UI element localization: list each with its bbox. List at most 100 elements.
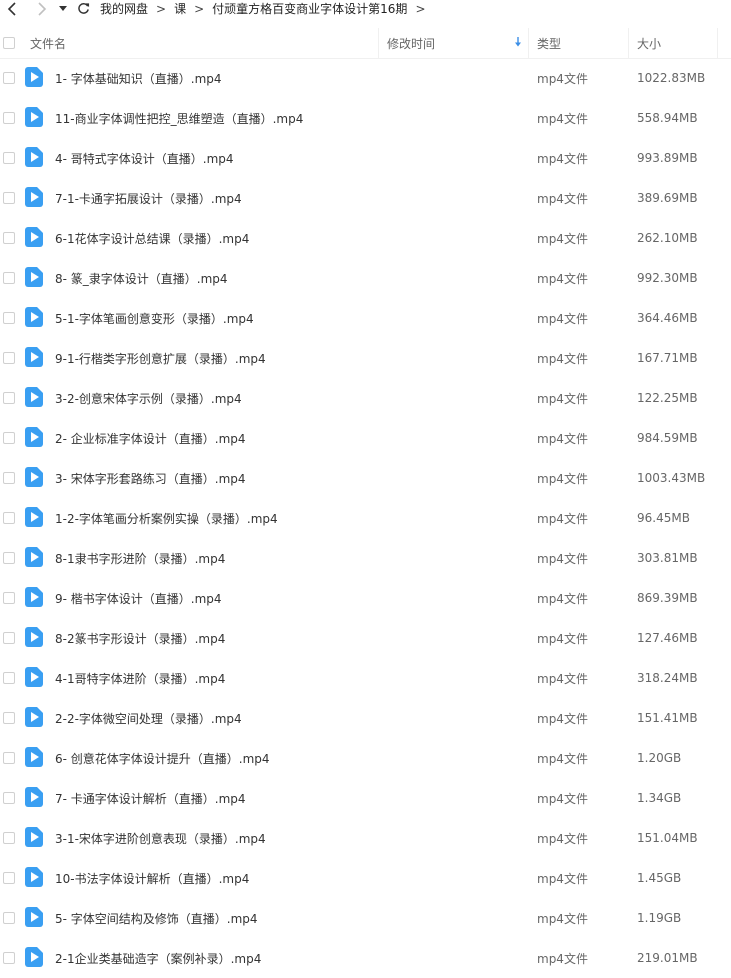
file-row[interactable]: 3-1-宋体字进阶创意表现（录播）.mp4 mp4文件 151.04MB xyxy=(0,818,731,858)
file-row[interactable]: 5- 字体空间结构及修饰（直播）.mp4 mp4文件 1.19GB xyxy=(0,898,731,938)
file-name: 1- 字体基础知识（直播）.mp4 xyxy=(55,71,222,86)
file-size: 1.20GB xyxy=(637,751,682,765)
file-row[interactable]: 7-1-卡通字拓展设计（录播）.mp4 mp4文件 389.69MB xyxy=(0,178,731,218)
file-row[interactable]: 3-2-创意宋体字示例（录播）.mp4 mp4文件 122.25MB xyxy=(0,378,731,418)
file-type: mp4文件 xyxy=(537,191,588,206)
forward-button[interactable] xyxy=(32,0,52,17)
file-checkbox[interactable] xyxy=(3,752,15,764)
file-checkbox[interactable] xyxy=(3,472,15,484)
file-checkbox[interactable] xyxy=(3,912,15,924)
video-file-icon xyxy=(25,707,43,727)
file-size: 984.59MB xyxy=(637,431,698,445)
file-checkbox[interactable] xyxy=(3,712,15,724)
file-row[interactable]: 9-1-行楷类字形创意扩展（录播）.mp4 mp4文件 167.71MB xyxy=(0,338,731,378)
breadcrumb-my-drive[interactable]: 我的网盘 xyxy=(100,0,148,17)
video-file-icon xyxy=(25,907,43,927)
video-file-icon xyxy=(25,867,43,887)
file-checkbox[interactable] xyxy=(3,672,15,684)
file-size: 992.30MB xyxy=(637,271,698,285)
column-header-type[interactable]: 类型 xyxy=(528,28,628,58)
file-row[interactable]: 8-1隶书字形进阶（录播）.mp4 mp4文件 303.81MB xyxy=(0,538,731,578)
column-header-size[interactable]: 大小 xyxy=(628,28,718,58)
file-checkbox[interactable] xyxy=(3,552,15,564)
breadcrumb-separator: > xyxy=(415,1,426,16)
file-checkbox[interactable] xyxy=(3,952,15,964)
file-name: 8- 篆_隶字体设计（直播）.mp4 xyxy=(55,271,228,286)
file-checkbox[interactable] xyxy=(3,152,15,164)
breadcrumb-current-folder[interactable]: 付顽童方格百变商业字体设计第16期 xyxy=(212,0,407,17)
file-name: 3- 宋体字形套路练习（直播）.mp4 xyxy=(55,471,246,486)
file-row[interactable]: 4-1哥特字体进阶（录播）.mp4 mp4文件 318.24MB xyxy=(0,658,731,698)
file-checkbox[interactable] xyxy=(3,352,15,364)
file-type: mp4文件 xyxy=(537,431,588,446)
column-header-size-label: 大小 xyxy=(637,36,662,51)
file-row[interactable]: 4- 哥特式字体设计（直播）.mp4 mp4文件 993.89MB xyxy=(0,138,731,178)
select-all-checkbox[interactable] xyxy=(3,37,15,49)
file-type: mp4文件 xyxy=(537,631,588,646)
breadcrumb-separator: > xyxy=(194,1,205,16)
file-name: 1-2-字体笔画分析案例实操（录播）.mp4 xyxy=(55,511,278,526)
file-row[interactable]: 2-2-字体微空间处理（录播）.mp4 mp4文件 151.41MB xyxy=(0,698,731,738)
file-checkbox[interactable] xyxy=(3,72,15,84)
file-row[interactable]: 1-2-字体笔画分析案例实操（录播）.mp4 mp4文件 96.45MB xyxy=(0,498,731,538)
breadcrumb: 我的网盘 > 课 > 付顽童方格百变商业字体设计第16期 > xyxy=(100,0,434,17)
file-checkbox[interactable] xyxy=(3,432,15,444)
file-checkbox[interactable] xyxy=(3,392,15,404)
back-button[interactable] xyxy=(2,0,22,17)
video-file-icon xyxy=(25,667,43,687)
column-header-modified-time-label: 修改时间 xyxy=(387,36,436,51)
file-type: mp4文件 xyxy=(537,151,588,166)
chevron-left-icon xyxy=(7,1,16,16)
breadcrumb-course[interactable]: 课 xyxy=(174,0,186,17)
file-checkbox[interactable] xyxy=(3,792,15,804)
video-file-icon xyxy=(25,267,43,287)
file-row[interactable]: 7- 卡通字体设计解析（直播）.mp4 mp4文件 1.34GB xyxy=(0,778,731,818)
file-name: 2- 企业标准字体设计（直播）.mp4 xyxy=(55,431,246,446)
file-row[interactable]: 1- 字体基础知识（直播）.mp4 mp4文件 1022.83MB xyxy=(0,58,731,98)
file-type: mp4文件 xyxy=(537,671,588,686)
file-type: mp4文件 xyxy=(537,831,588,846)
column-header-name[interactable]: 文件名 xyxy=(30,28,378,58)
file-size: 262.10MB xyxy=(637,231,698,245)
file-name: 8-2篆书字形设计（录播）.mp4 xyxy=(55,631,226,646)
file-name: 6- 创意花体字体设计提升（直播）.mp4 xyxy=(55,751,270,766)
column-header-modified-time[interactable]: 修改时间 xyxy=(378,28,528,58)
file-checkbox[interactable] xyxy=(3,312,15,324)
file-row[interactable]: 11-商业字体调性把控_思维塑造（直播）.mp4 mp4文件 558.94MB xyxy=(0,98,731,138)
file-row[interactable]: 8-2篆书字形设计（录播）.mp4 mp4文件 127.46MB xyxy=(0,618,731,658)
file-size: 122.25MB xyxy=(637,391,698,405)
file-size: 1.34GB xyxy=(637,791,682,805)
file-name: 8-1隶书字形进阶（录播）.mp4 xyxy=(55,551,226,566)
file-checkbox[interactable] xyxy=(3,872,15,884)
file-row[interactable]: 6-1花体字设计总结课（录播）.mp4 mp4文件 262.10MB xyxy=(0,218,731,258)
file-type: mp4文件 xyxy=(537,111,588,126)
video-file-icon xyxy=(25,747,43,767)
file-row[interactable]: 6- 创意花体字体设计提升（直播）.mp4 mp4文件 1.20GB xyxy=(0,738,731,778)
file-type: mp4文件 xyxy=(537,551,588,566)
file-checkbox[interactable] xyxy=(3,112,15,124)
file-row[interactable]: 2- 企业标准字体设计（直播）.mp4 mp4文件 984.59MB xyxy=(0,418,731,458)
refresh-button[interactable] xyxy=(74,0,92,17)
file-type: mp4文件 xyxy=(537,511,588,526)
file-row[interactable]: 10-书法字体设计解析（直播）.mp4 mp4文件 1.45GB xyxy=(0,858,731,898)
file-row[interactable]: 5-1-字体笔画创意变形（录播）.mp4 mp4文件 364.46MB xyxy=(0,298,731,338)
sort-descending-icon xyxy=(514,36,522,50)
file-row[interactable]: 9- 楷书字体设计（直播）.mp4 mp4文件 869.39MB xyxy=(0,578,731,618)
file-row[interactable]: 8- 篆_隶字体设计（直播）.mp4 mp4文件 992.30MB xyxy=(0,258,731,298)
file-type: mp4文件 xyxy=(537,71,588,86)
video-file-icon xyxy=(25,827,43,847)
history-dropdown-button[interactable] xyxy=(56,0,70,17)
file-checkbox[interactable] xyxy=(3,512,15,524)
file-checkbox[interactable] xyxy=(3,232,15,244)
file-checkbox[interactable] xyxy=(3,632,15,644)
file-checkbox[interactable] xyxy=(3,832,15,844)
file-checkbox[interactable] xyxy=(3,592,15,604)
file-name: 10-书法字体设计解析（直播）.mp4 xyxy=(55,871,250,886)
file-row[interactable]: 2-1企业类基础造字（案例补录）.mp4 mp4文件 219.01MB xyxy=(0,938,731,978)
video-file-icon xyxy=(25,347,43,367)
file-type: mp4文件 xyxy=(537,751,588,766)
file-checkbox[interactable] xyxy=(3,192,15,204)
file-checkbox[interactable] xyxy=(3,272,15,284)
file-row[interactable]: 3- 宋体字形套路练习（直播）.mp4 mp4文件 1003.43MB xyxy=(0,458,731,498)
video-file-icon xyxy=(25,787,43,807)
